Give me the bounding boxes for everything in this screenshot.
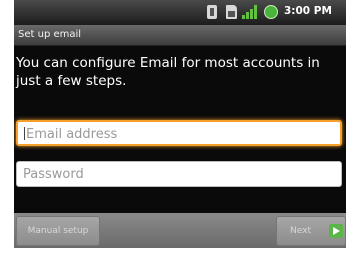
email-field[interactable]: Email address bbox=[16, 120, 342, 146]
manual-setup-label: Manual setup bbox=[27, 226, 89, 236]
title-bar: Set up email bbox=[14, 25, 346, 46]
usb-icon bbox=[207, 5, 217, 19]
next-arrow-icon bbox=[329, 224, 343, 238]
battery-icon bbox=[264, 5, 278, 19]
text-cursor bbox=[24, 127, 25, 140]
setup-email-screen: 3:00 PM Set up email You can configure E… bbox=[14, 0, 346, 248]
password-placeholder: Password bbox=[23, 167, 84, 182]
bottom-button-bar: Manual setup Next bbox=[14, 213, 346, 248]
status-clock: 3:00 PM bbox=[284, 5, 332, 17]
signal-icon bbox=[242, 5, 258, 19]
password-field[interactable]: Password bbox=[16, 161, 342, 187]
setup-instructions: You can configure Email for most account… bbox=[16, 55, 320, 89]
status-bar: 3:00 PM bbox=[14, 0, 346, 25]
next-label: Next bbox=[290, 226, 311, 236]
sd-card-icon bbox=[226, 5, 237, 19]
manual-setup-button[interactable]: Manual setup bbox=[16, 216, 100, 246]
email-placeholder: Email address bbox=[26, 127, 118, 142]
page-title: Set up email bbox=[18, 29, 82, 40]
next-button[interactable]: Next bbox=[276, 216, 346, 246]
